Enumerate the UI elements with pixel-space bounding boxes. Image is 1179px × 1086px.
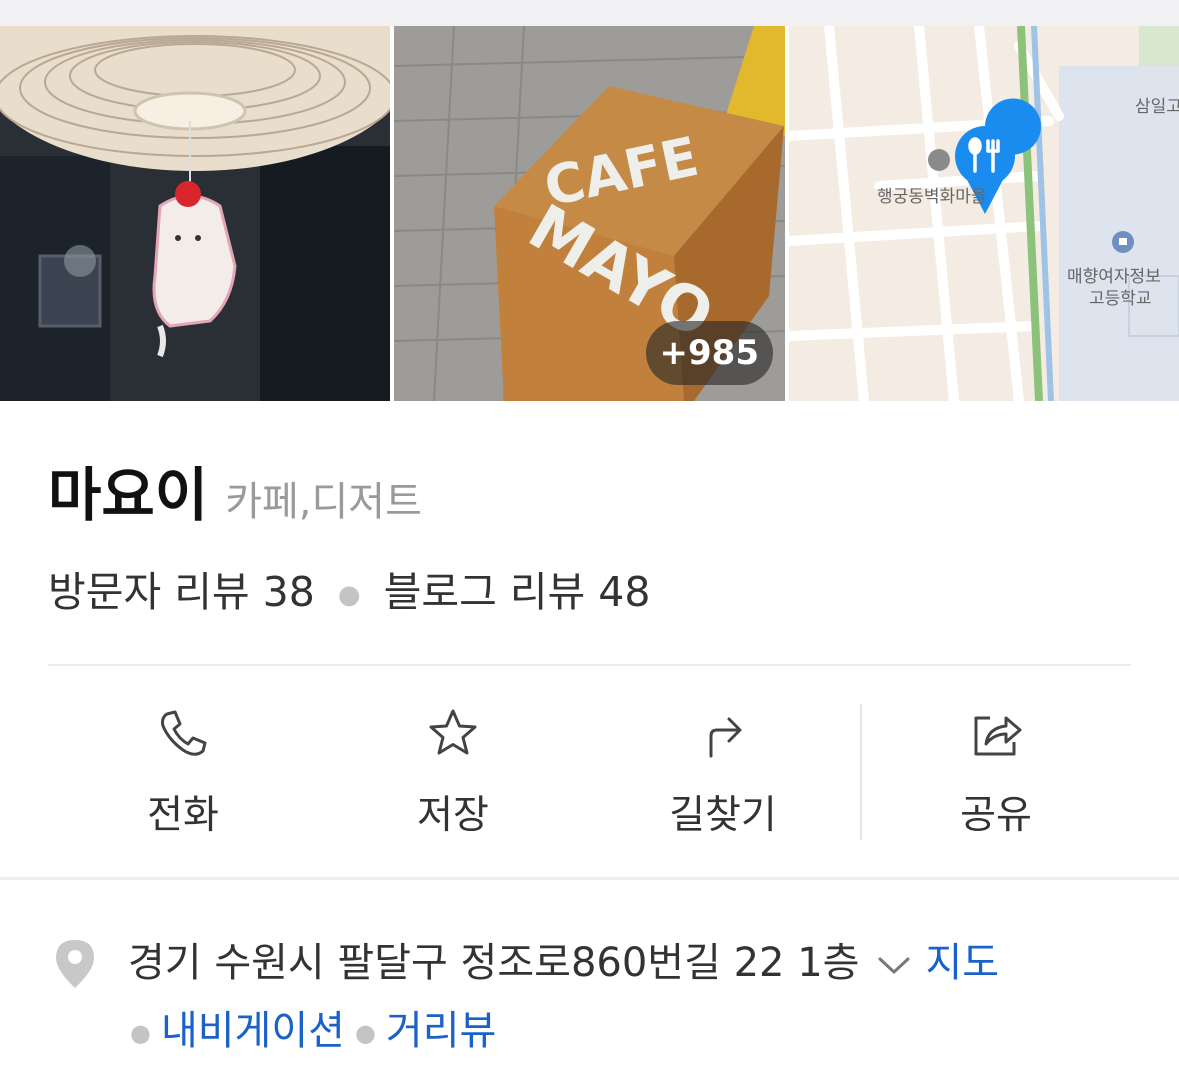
phone-icon: [161, 710, 207, 756]
top-strip: [0, 0, 1179, 26]
save-button[interactable]: 저장: [318, 668, 588, 878]
call-button[interactable]: 전화: [48, 668, 318, 878]
review-summary: 방문자 리뷰 38 ● 블로그 리뷰 48: [48, 558, 650, 618]
separator-dot: ●: [354, 1019, 376, 1047]
directions-label: 길찾기: [669, 793, 777, 838]
map-label-high-school: 고등학교: [1089, 289, 1152, 309]
photo-count-badge[interactable]: +985: [645, 321, 773, 385]
location-pin-icon: [56, 940, 94, 988]
star-icon: [429, 709, 477, 755]
address-links: ● 내비게이션 ● 거리뷰: [120, 998, 496, 1056]
directions-button[interactable]: 길찾기: [588, 668, 858, 878]
chevron-down-icon[interactable]: [877, 953, 911, 977]
streetview-link[interactable]: 거리뷰: [386, 1008, 496, 1054]
blog-review-link[interactable]: 블로그 리뷰 48: [384, 568, 651, 616]
map-thumbnail[interactable]: 삼일고 행궁동벽화마을 매향여자정보 고등학교: [789, 26, 1179, 401]
separator-dot: ●: [130, 1019, 151, 1047]
map-label-school-top: 삼일고: [1135, 97, 1179, 117]
navigation-link[interactable]: 내비게이션: [161, 1008, 345, 1054]
separator-dot: ●: [337, 580, 361, 610]
address-line: 경기 수원시 팔달구 정조로860번길 22 1층 지도: [128, 930, 999, 988]
call-label: 전화: [147, 793, 219, 838]
photo-gallery: CAFE MAYO +985 삼일고 행궁동벽화마을 매향여자정보 고등학교: [0, 26, 1179, 401]
share-button[interactable]: 공유: [861, 668, 1131, 878]
divider: [48, 664, 1131, 666]
map-link[interactable]: 지도: [925, 940, 999, 986]
save-label: 저장: [417, 793, 489, 838]
share-label: 공유: [960, 793, 1032, 838]
map-label-mural-village: 행궁동벽화마을: [877, 187, 987, 207]
share-icon: [974, 716, 1022, 756]
place-category: 카페,디저트: [225, 479, 422, 525]
photo-lantern[interactable]: [0, 26, 390, 401]
directions-icon: [709, 717, 742, 758]
place-name: 마요이: [48, 461, 209, 529]
section-divider: [0, 877, 1179, 880]
place-header: 마요이 카페,디저트: [48, 448, 422, 532]
visitor-review-link[interactable]: 방문자 리뷰 38: [48, 568, 315, 616]
photo-cafe-sign[interactable]: CAFE MAYO +985: [394, 26, 785, 401]
address-text: 경기 수원시 팔달구 정조로860번길 22 1층: [128, 940, 860, 986]
action-bar: 전화 저장 길찾기 공유: [48, 668, 1131, 878]
